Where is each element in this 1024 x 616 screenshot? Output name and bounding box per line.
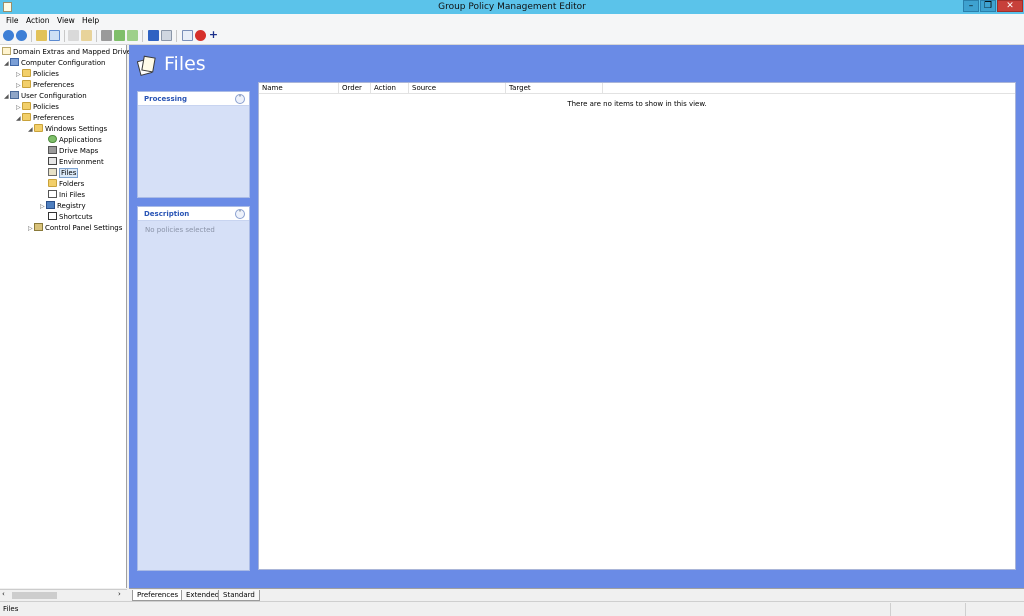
folder-icon xyxy=(22,113,31,121)
refresh-icon[interactable] xyxy=(114,30,125,41)
shortcuts-icon xyxy=(48,212,57,220)
tree-control-panel-settings[interactable]: ▷ Control Panel Settings xyxy=(28,223,122,234)
tree-environment[interactable]: Environment xyxy=(48,157,104,168)
export-list-icon[interactable] xyxy=(127,30,138,41)
view-tabs: Preferences Extended Standard xyxy=(129,588,1024,601)
description-label: Description xyxy=(144,210,190,218)
control-panel-icon xyxy=(34,223,43,231)
content-pane: Files Processing ˄ Description ˄ No poli… xyxy=(129,45,1024,588)
tree-uc-policies[interactable]: ▷ Policies xyxy=(16,102,59,113)
column-name[interactable]: Name xyxy=(259,83,339,94)
items-list[interactable]: Name Order Action Source Target There ar… xyxy=(258,82,1016,570)
toolbar-separator xyxy=(31,30,32,42)
tree-user-configuration[interactable]: ◢ User Configuration xyxy=(4,91,87,102)
tree-shortcuts[interactable]: Shortcuts xyxy=(48,212,92,223)
environment-icon xyxy=(48,157,57,165)
registry-icon xyxy=(46,201,55,209)
gpo-icon xyxy=(2,47,11,55)
column-target[interactable]: Target xyxy=(506,83,603,94)
help-icon[interactable] xyxy=(148,30,159,41)
title-bar: Group Policy Management Editor – ❐ ✕ xyxy=(0,0,1024,14)
tree-horizontal-scrollbar[interactable]: ‹ › xyxy=(0,589,127,600)
description-header: Description ˄ xyxy=(138,207,249,221)
toolbar: + xyxy=(0,27,1024,45)
tree-applications[interactable]: Applications xyxy=(48,135,102,146)
user-icon xyxy=(10,91,19,99)
processing-panel: Processing ˄ xyxy=(137,91,250,198)
tree-uc-preferences[interactable]: ◢ Preferences xyxy=(16,113,74,124)
description-text: No policies selected xyxy=(145,226,215,234)
up-folder-icon[interactable] xyxy=(36,30,47,41)
tree-cc-policies[interactable]: ▷ Policies xyxy=(16,69,59,80)
status-separator xyxy=(890,603,891,616)
ini-files-icon xyxy=(48,190,57,198)
collapse-description-icon[interactable]: ˄ xyxy=(235,209,245,219)
empty-list-message: There are no items to show in this view. xyxy=(567,100,707,108)
minimize-button[interactable]: – xyxy=(963,0,979,12)
computer-icon xyxy=(10,58,19,66)
page-title: Files xyxy=(164,53,206,75)
tree-pane: Domain Extras and Mapped Drives ◢ Compute… xyxy=(0,45,135,588)
folder-icon xyxy=(22,69,31,77)
collapse-processing-icon[interactable]: ˄ xyxy=(235,94,245,104)
menu-view[interactable]: View xyxy=(57,16,75,25)
forward-icon[interactable] xyxy=(16,30,27,41)
description-panel: Description ˄ No policies selected xyxy=(137,206,250,571)
tree-root[interactable]: Domain Extras and Mapped Drives xyxy=(2,47,135,58)
folder-icon xyxy=(22,102,31,110)
status-bar: Files xyxy=(0,601,1024,616)
column-source[interactable]: Source xyxy=(409,83,506,94)
tree-drive-maps[interactable]: Drive Maps xyxy=(48,146,98,157)
scroll-thumb[interactable] xyxy=(12,592,57,599)
preview-icon[interactable] xyxy=(182,30,193,41)
applications-icon xyxy=(48,135,57,143)
back-icon[interactable] xyxy=(3,30,14,41)
tree-ini-files[interactable]: Ini Files xyxy=(48,190,85,201)
menu-bar: File Action View Help xyxy=(0,14,1024,27)
status-text: Files xyxy=(3,605,19,613)
column-order[interactable]: Order xyxy=(339,83,371,94)
maximize-button[interactable]: ❐ xyxy=(980,0,996,12)
stop-icon[interactable] xyxy=(195,30,206,41)
tab-standard[interactable]: Standard xyxy=(218,590,260,601)
drive-maps-icon xyxy=(48,146,57,154)
toolbar-separator xyxy=(142,30,143,42)
paste-icon[interactable] xyxy=(81,30,92,41)
tree-registry[interactable]: ▷ Registry xyxy=(40,201,86,212)
tree-windows-settings[interactable]: ◢ Windows Settings xyxy=(28,124,107,135)
window-title: Group Policy Management Editor xyxy=(438,2,586,12)
processing-header: Processing ˄ xyxy=(138,92,249,106)
tree-cc-preferences[interactable]: ▷ Preferences xyxy=(16,80,74,91)
menu-action[interactable]: Action xyxy=(26,16,50,25)
show-hide-tree-icon[interactable] xyxy=(49,30,60,41)
processing-label: Processing xyxy=(144,95,188,103)
files-header-icon xyxy=(137,55,156,76)
scroll-right-icon[interactable]: › xyxy=(118,590,121,598)
column-headers: Name Order Action Source Target xyxy=(259,83,1015,94)
tab-preferences[interactable]: Preferences xyxy=(132,590,184,601)
column-action[interactable]: Action xyxy=(371,83,409,94)
menu-file[interactable]: File xyxy=(6,16,19,25)
toolbar-separator xyxy=(96,30,97,42)
files-icon xyxy=(48,168,57,176)
folders-icon xyxy=(48,179,57,187)
properties-icon[interactable] xyxy=(161,30,172,41)
print-icon[interactable] xyxy=(101,30,112,41)
status-separator xyxy=(965,603,966,616)
tree-folders[interactable]: Folders xyxy=(48,179,84,190)
toolbar-separator xyxy=(176,30,177,42)
folder-icon xyxy=(22,80,31,88)
add-icon[interactable]: + xyxy=(208,29,219,41)
menu-help[interactable]: Help xyxy=(82,16,99,25)
scroll-left-icon[interactable]: ‹ xyxy=(2,590,5,598)
copy-icon[interactable] xyxy=(68,30,79,41)
close-button[interactable]: ✕ xyxy=(997,0,1023,12)
folder-icon xyxy=(34,124,43,132)
tree-computer-configuration[interactable]: ◢ Computer Configuration xyxy=(4,58,106,69)
toolbar-separator xyxy=(64,30,65,42)
tree-files[interactable]: Files xyxy=(48,168,79,179)
